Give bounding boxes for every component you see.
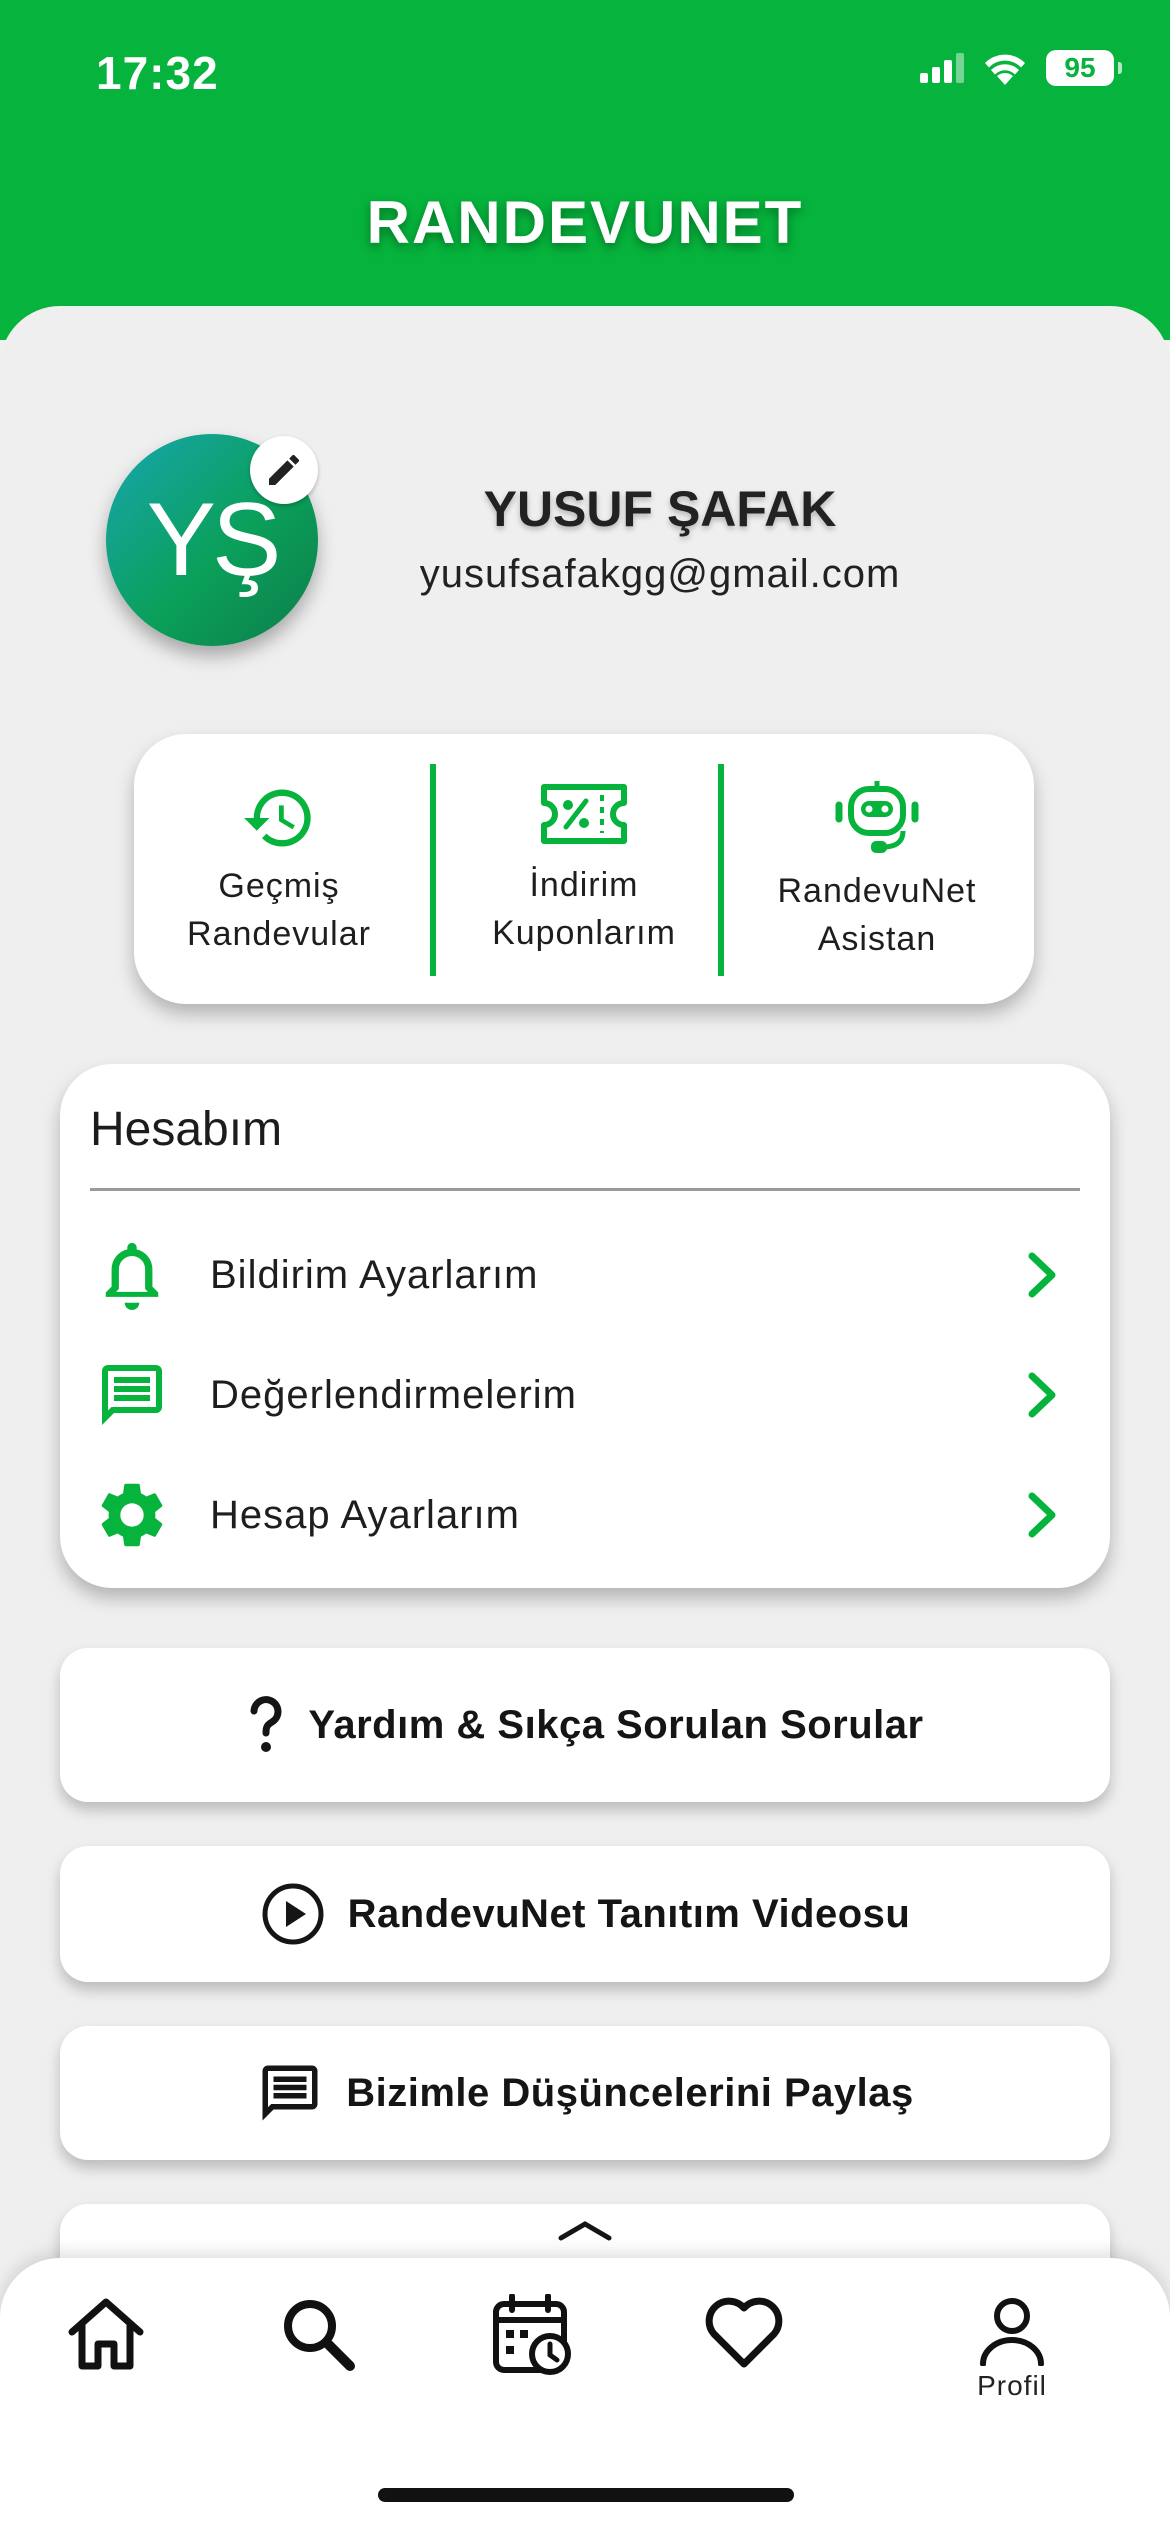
account-card: Hesabım Bildirim Ayarlarım Değerlendirme… [60,1064,1110,1588]
chevron-up-icon [558,2221,612,2241]
assistant-button[interactable]: RandevuNet Asistan [732,734,1022,1004]
coupons-label-2: Kuponlarım [492,914,676,952]
app-title: RANDEVUNET [366,189,804,256]
tab-appointments[interactable] [472,2294,592,2424]
question-mark-icon [250,1696,282,1752]
feedback-button[interactable]: Bizimle Düşüncelerini Paylaş [60,2026,1110,2160]
battery-indicator: 95 [1046,50,1122,86]
chevron-right-icon [1028,1252,1056,1298]
chevron-right-icon [1028,1372,1056,1418]
wifi-icon [985,54,1025,85]
quick-divider [430,764,436,976]
faq-label: Yardım & Sıkça Sorulan Sorular [308,1702,924,1747]
tab-profile[interactable]: Profil [952,2294,1072,2424]
coupon-icon [541,784,627,844]
comment-icon [90,1353,174,1437]
calendar-clock-icon [493,2294,571,2375]
home-indicator [378,2488,794,2502]
pencil-icon [269,454,300,485]
person-icon [980,2298,1044,2366]
robot-icon [835,781,919,853]
past-appointments-label-2: Randevular [187,915,371,953]
account-settings-row[interactable]: Hesap Ayarlarım [60,1460,1110,1570]
account-title: Hesabım [90,1103,283,1156]
notification-settings-row[interactable]: Bildirim Ayarlarım [60,1220,1110,1330]
divider [90,1188,1080,1191]
tab-home[interactable] [46,2294,166,2424]
tab-favorites[interactable] [684,2294,804,2424]
play-circle-icon [262,1883,324,1945]
avatar-initials: YŞ [146,481,282,598]
notification-settings-label: Bildirim Ayarlarım [210,1252,539,1297]
past-appointments-label-1: Geçmiş [218,867,340,905]
gear-icon [90,1473,174,1557]
user-name: YUSUF ŞAFAK [483,481,837,537]
feedback-label: Bizimle Düşüncelerini Paylaş [346,2070,914,2115]
history-icon [244,789,311,847]
user-email: yusufsafakgg@gmail.com [419,552,901,596]
assistant-label-2: Asistan [817,920,937,958]
signal-icon [920,53,964,83]
past-appointments-button[interactable]: Geçmiş Randevular [134,734,424,1004]
home-icon [68,2298,144,2370]
assistant-label-1: RandevuNet [777,872,977,910]
quick-divider [718,764,724,976]
status-icons: 95 [920,50,1122,86]
reviews-label: Değerlendirmelerim [210,1372,578,1417]
status-time: 17:32 [96,47,219,99]
edit-avatar-button[interactable] [250,436,318,504]
account-settings-label: Hesap Ayarlarım [210,1492,520,1537]
tab-profile-label: Profil [977,2370,1047,2401]
intro-video-button[interactable]: RandevuNet Tanıtım Videosu [60,1846,1110,1982]
app-header: 17:32 95 RANDEVUNET [0,0,1170,340]
coupons-button[interactable]: İndirim Kuponlarım [439,734,729,1004]
bell-icon [90,1233,174,1317]
quick-actions-card: Geçmiş Randevular İndirim Kuponlarım Ran… [134,734,1034,1004]
heart-icon [705,2297,783,2368]
tab-search[interactable] [258,2294,378,2424]
reviews-row[interactable]: Değerlendirmelerim [60,1340,1110,1450]
search-icon [284,2300,355,2371]
faq-button[interactable]: Yardım & Sıkça Sorulan Sorular [60,1648,1110,1802]
intro-video-label: RandevuNet Tanıtım Videosu [347,1891,911,1936]
message-icon [262,2065,318,2121]
chevron-right-icon [1028,1492,1056,1538]
coupons-label-1: İndirim [529,866,639,904]
